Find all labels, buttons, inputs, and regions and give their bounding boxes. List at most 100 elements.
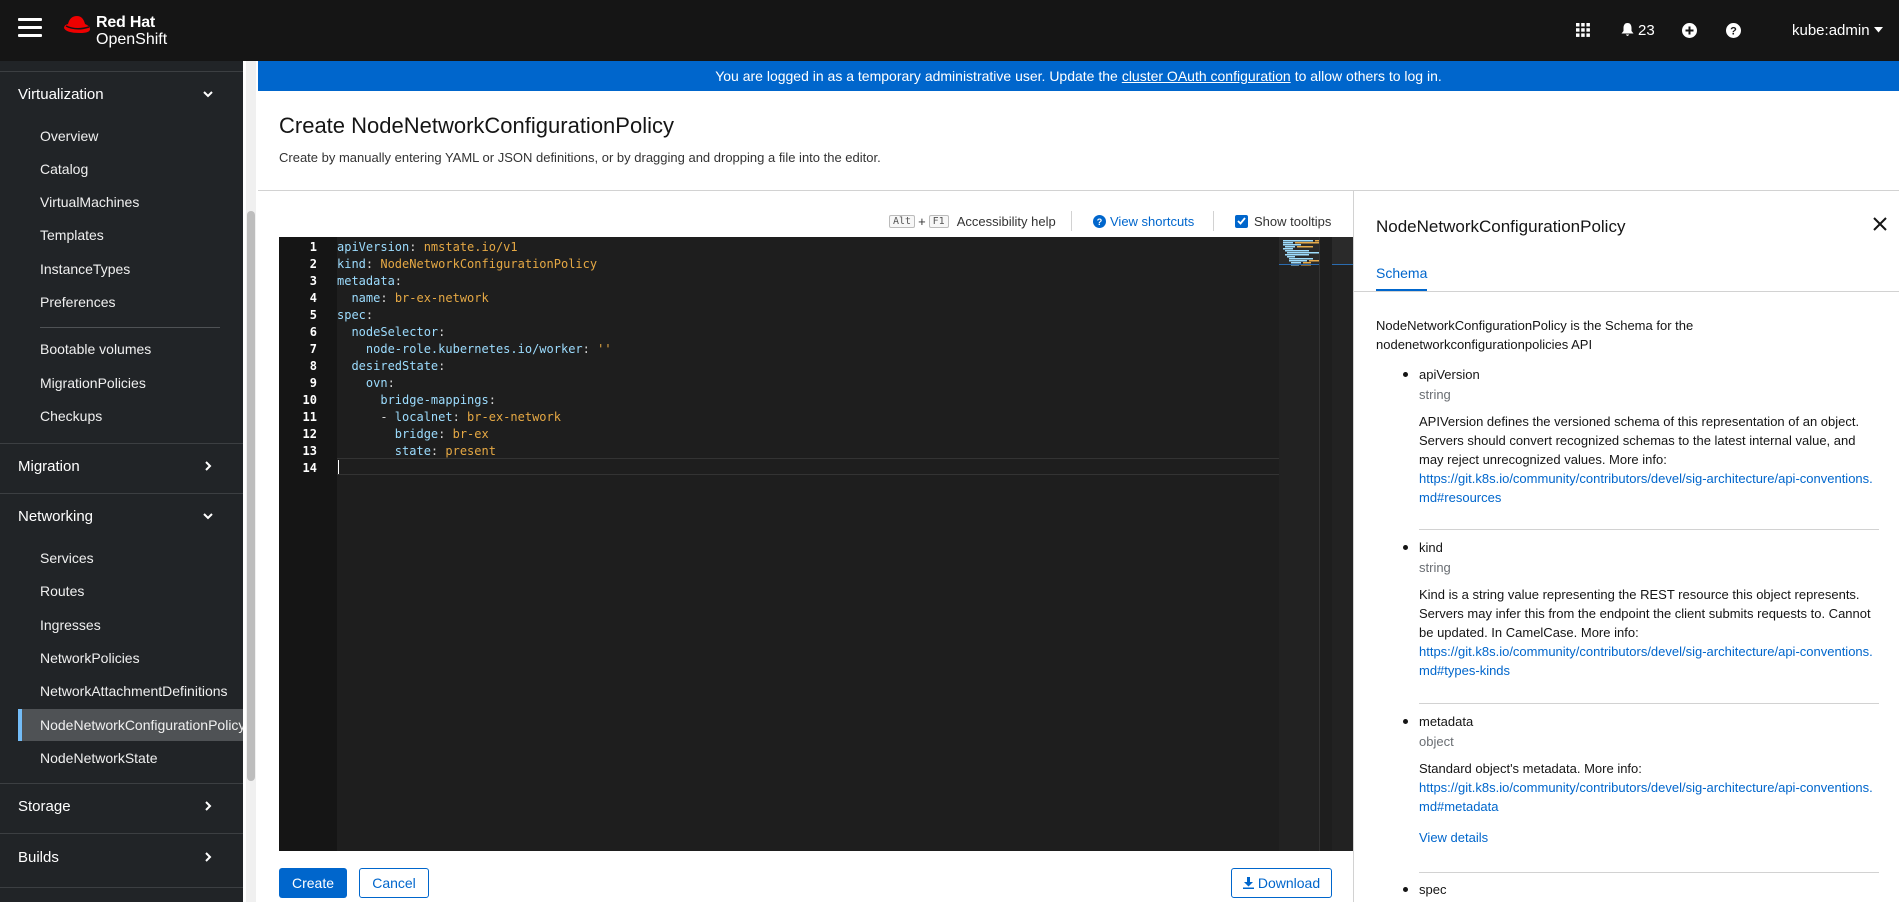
nav-section-label: Virtualization [18,85,104,103]
temporary-admin-banner: You are logged in as a temporary adminis… [258,61,1899,91]
code-line: ovn: [337,375,395,392]
nav-separator [0,833,243,834]
toolbar-divider [1071,211,1072,231]
yaml-separator: : [438,325,446,339]
sidebar-item-overview[interactable]: Overview [0,120,243,152]
help-icon[interactable]: ? [1726,18,1741,42]
download-button[interactable]: Download [1231,868,1332,898]
app-launcher-icon[interactable] [1576,18,1590,42]
sidebar-item-migrationpolicies[interactable]: MigrationPolicies [0,367,243,399]
notifications-count: 23 [1638,21,1655,39]
yaml-key: metadata [337,274,395,288]
line-number: 6 [309,325,317,339]
checkbox-checked-icon[interactable] [1235,214,1248,228]
schema-description: NodeNetworkConfigurationPolicy is the Sc… [1376,318,1694,352]
accessibility-help[interactable]: Alt + F1 Accessibility help [889,211,1056,231]
sidebar-item-bootable-volumes[interactable]: Bootable volumes [0,333,243,365]
text-cursor [338,460,339,474]
yaml-separator: : [430,444,446,458]
field-name: kind [1419,540,1443,555]
line-number: 9 [309,376,317,390]
nav-section-networking[interactable]: Networking [0,494,243,538]
sidebar-item-virtualmachines[interactable]: VirtualMachines [0,186,243,218]
sidebar-item-routes[interactable]: Routes [0,575,243,607]
sidebar-item-nodenetworkconfigurationpolicy[interactable]: NodeNetworkConfigurationPolicy [18,709,243,741]
code-line: bridge-mappings: [337,392,496,409]
chevron-down-icon [203,513,213,520]
view-shortcuts-button[interactable]: ? View shortcuts [1093,211,1194,231]
field-link[interactable]: https://git.k8s.io/community/contributor… [1419,642,1879,680]
scrollbar-thumb[interactable] [247,211,255,781]
sidebar-item-services[interactable]: Services [0,542,243,574]
hamburger-menu-icon[interactable] [18,18,42,38]
sidebar-item-preferences[interactable]: Preferences [0,286,243,318]
svg-text:?: ? [1097,217,1103,227]
nav-section-migration[interactable]: Migration [0,444,243,488]
show-tooltips-checkbox[interactable]: Show tooltips [1235,211,1331,231]
nav-section-storage[interactable]: Storage [0,784,243,828]
code-line: bridge: br-ex [337,426,489,443]
line-number: 4 [309,291,317,305]
sidebar-item-networkpolicies[interactable]: NetworkPolicies [0,642,243,674]
add-icon[interactable] [1682,18,1697,42]
create-button[interactable]: Create [279,868,347,898]
schema-sidebar: NodeNetworkConfigurationPolicy Schema No… [1353,191,1899,902]
sidebar-item-instancetypes[interactable]: InstanceTypes [0,253,243,285]
line-number: 1 [309,240,317,254]
view-details-link[interactable]: View details [1419,830,1879,845]
field-divider [1419,703,1879,704]
yaml-key: nodeSelector [351,325,439,339]
toolbar-divider [1213,211,1214,231]
nav-section-builds[interactable]: Builds [0,835,243,879]
nav-section-label: Migration [18,457,80,475]
sidebar-item-checkups[interactable]: Checkups [0,400,243,432]
sidebar-item-templates[interactable]: Templates [0,219,243,251]
chevron-right-icon [205,461,212,471]
sidebar-item-catalog[interactable]: Catalog [0,153,243,185]
yaml-separator: : [387,376,395,390]
nav-section-label: Networking [18,507,94,525]
yaml-editor[interactable]: 1 apiVersion: nmstate.io/v1 2 kind: NodeNet… [279,237,1397,851]
sidebar-item-ingresses[interactable]: Ingresses [0,609,243,641]
tab-schema[interactable]: Schema [1376,261,1428,292]
editor-scrollbar[interactable] [1319,237,1332,851]
cancel-button[interactable]: Cancel [359,868,429,898]
caret-down-icon [1873,27,1883,33]
yaml-value: '' [597,342,612,356]
field-description: Standard object's metadata. More info: [1419,761,1642,776]
tab-divider [1354,291,1899,292]
brand-line2: OpenShift [96,31,168,48]
yaml-separator: : [438,359,446,373]
line-number: 7 [309,342,317,356]
red-hat-icon [64,16,90,33]
view-shortcuts-label: View shortcuts [1110,213,1195,229]
nav-divider [40,327,220,328]
user-menu[interactable]: kube:admin [1792,18,1883,42]
line-number: 11 [302,410,317,424]
schema-field-kind: kind string Kind is a string value repre… [1403,539,1879,680]
yaml-value: br-ex [452,427,489,441]
sidebar-item-networkattachmentdefinitions[interactable]: NetworkAttachmentDefinitions [0,675,243,707]
plus-sign: + [918,213,926,229]
line-number: 3 [309,274,317,288]
banner-text: You are logged in as a temporary adminis… [715,68,1118,84]
cluster-oauth-link[interactable]: cluster OAuth configuration [1122,68,1291,84]
field-name: metadata [1419,714,1474,729]
chevron-down-icon [203,91,213,98]
line-number: 8 [309,359,317,373]
notifications-button[interactable]: 23 [1621,18,1655,42]
close-icon[interactable] [1871,215,1889,233]
sidebar-scrollbar[interactable] [246,61,256,902]
yaml-key: name [351,291,381,305]
yaml-separator: : [365,308,374,322]
accessibility-help-label: Accessibility help [956,213,1056,229]
chevron-right-icon [205,852,212,862]
field-link[interactable]: https://git.k8s.io/community/contributor… [1419,778,1879,816]
banner-text: to allow others to log in. [1294,68,1442,84]
sidebar-item-nodenetworkstate[interactable]: NodeNetworkState [0,742,243,774]
field-link[interactable]: https://git.k8s.io/community/contributor… [1419,469,1879,507]
nav-section-virtualization[interactable]: Virtualization [0,72,243,116]
code-line: node-role.kubernetes.io/worker: '' [337,341,612,358]
